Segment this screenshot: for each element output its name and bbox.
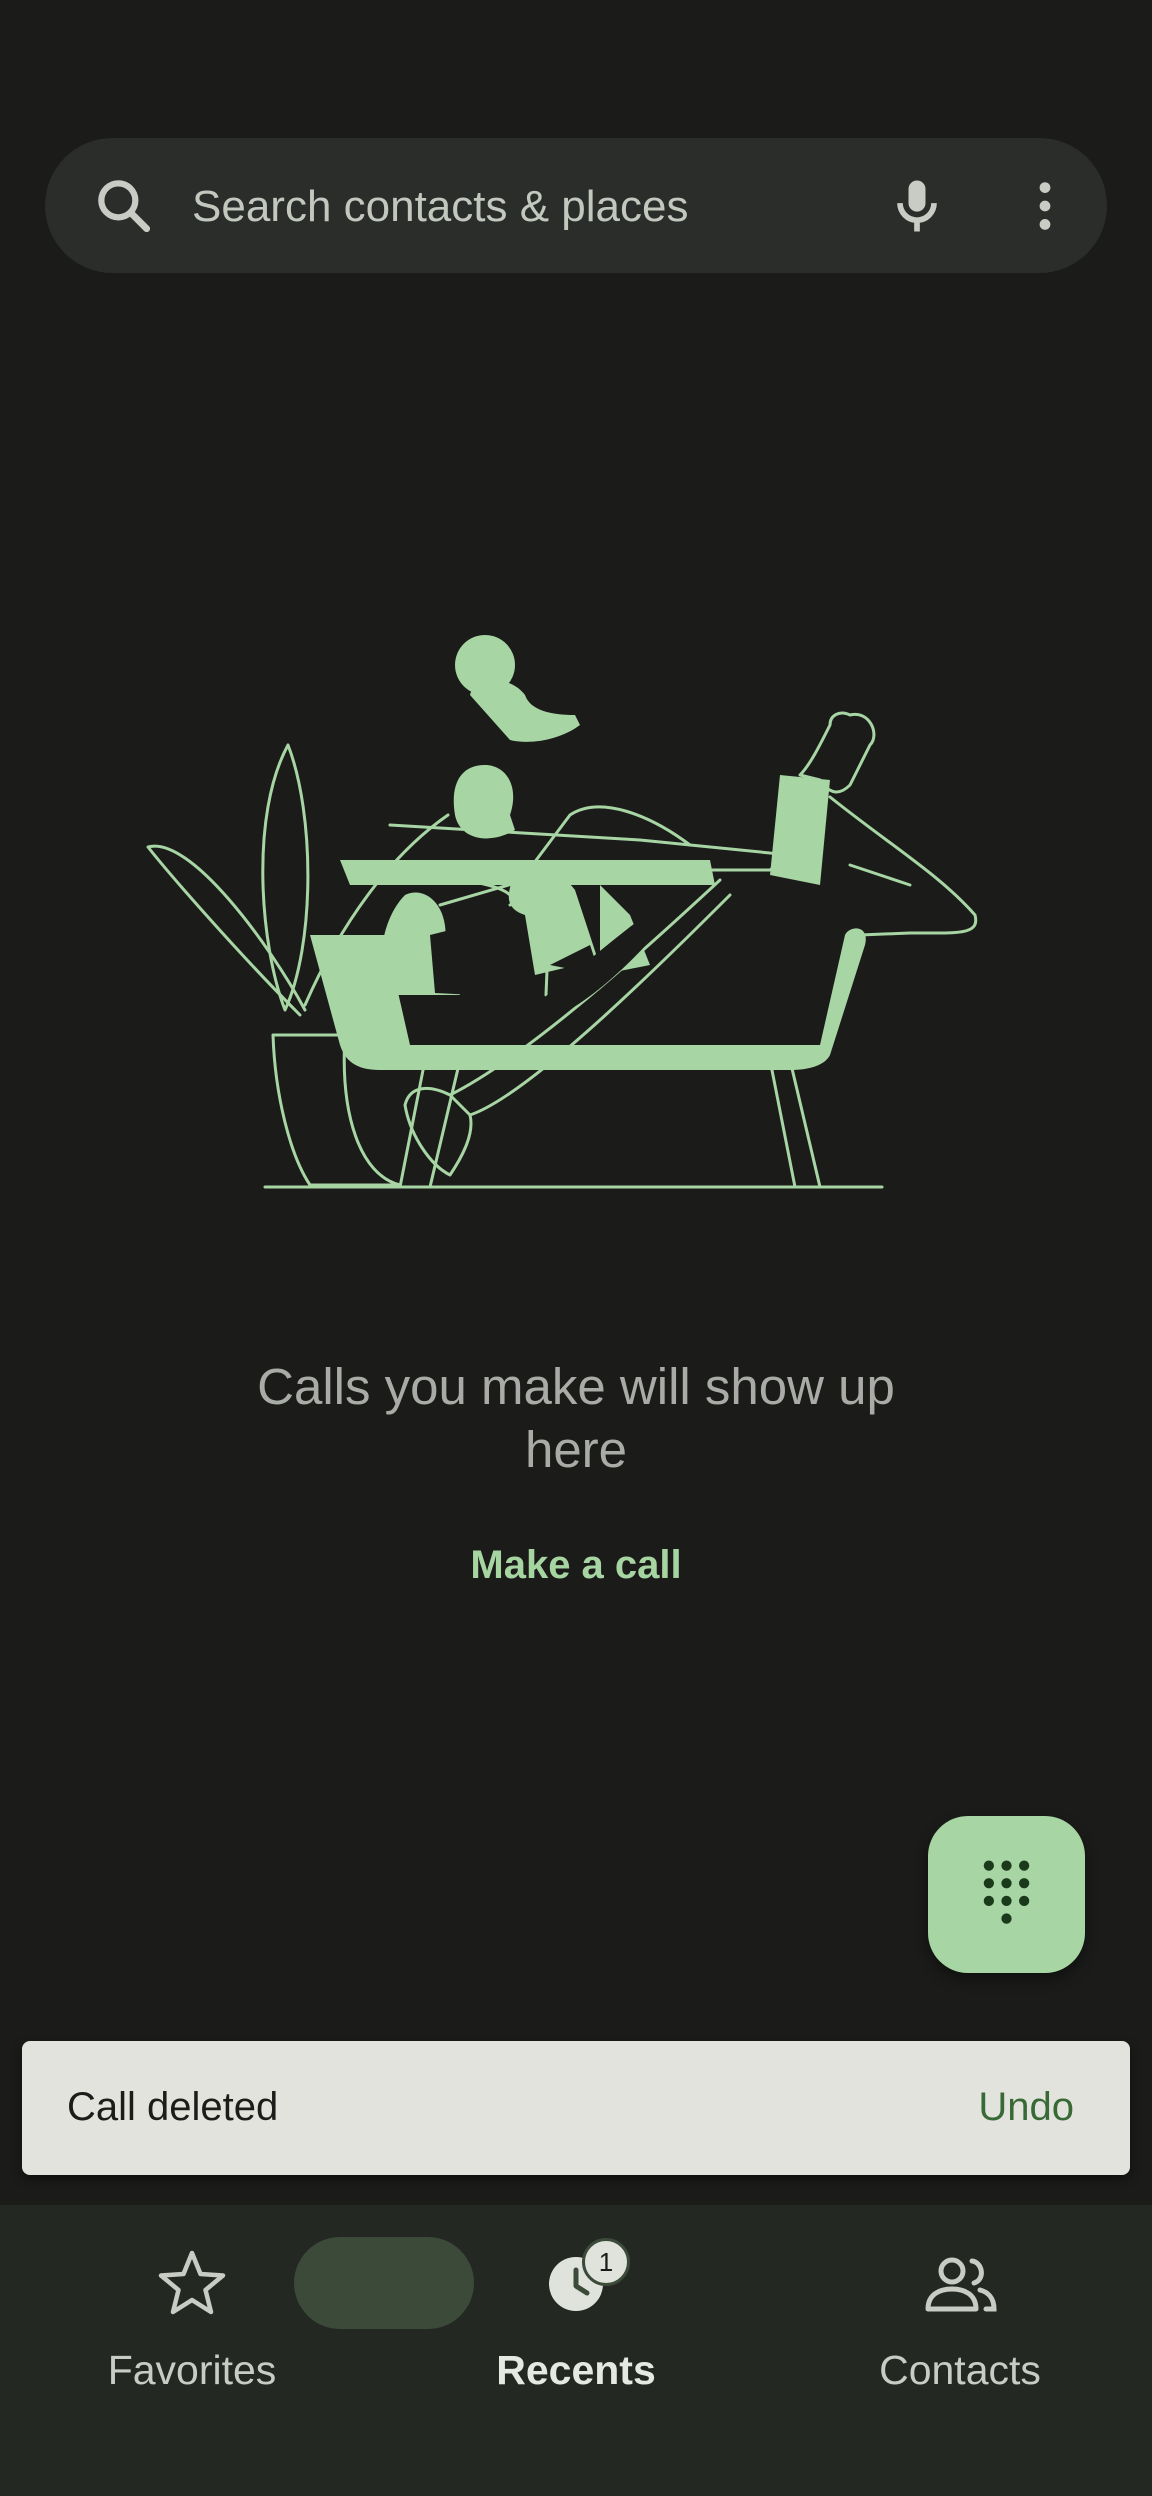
- undo-button[interactable]: Undo: [978, 2085, 1074, 2130]
- dialpad-button[interactable]: [928, 1816, 1085, 1973]
- more-vert-icon[interactable]: [1011, 172, 1079, 240]
- snackbar: Call deleted Undo: [22, 2041, 1130, 2175]
- search-input[interactable]: [190, 168, 854, 245]
- empty-state-message: Calls you make will show up here: [257, 1358, 895, 1478]
- mic-icon[interactable]: [883, 172, 951, 240]
- nav-label-contacts: Contacts: [879, 2347, 1041, 2393]
- nav-item-contacts[interactable]: Contacts: [768, 2205, 1152, 2496]
- people-icon: [925, 2257, 997, 2312]
- nav-label-favorites: Favorites: [107, 2347, 277, 2393]
- bottom-navigation: Favorites Recents Contacts: [0, 2205, 1152, 2496]
- dialpad-icon: [983, 1860, 1030, 1924]
- search-icon[interactable]: [90, 172, 158, 240]
- recents-badge: 1: [582, 2238, 630, 2286]
- star-icon: [158, 2250, 226, 2315]
- nav-item-recents[interactable]: Recents: [384, 2205, 768, 2496]
- empty-state-illustration: [146, 635, 978, 1189]
- search-bar[interactable]: [45, 138, 1107, 273]
- make-a-call-button[interactable]: Make a call: [426, 1530, 726, 1600]
- nav-label-recents: Recents: [496, 2347, 656, 2393]
- snackbar-message: Call deleted: [67, 2085, 279, 2129]
